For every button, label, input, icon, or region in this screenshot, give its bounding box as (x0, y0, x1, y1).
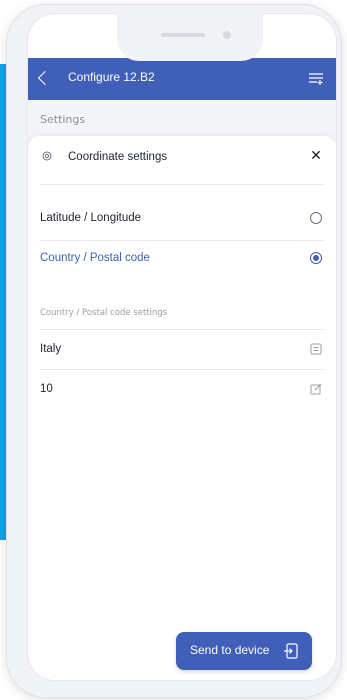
radio-checked[interactable] (310, 252, 322, 264)
front-camera (223, 31, 231, 39)
country-value: Italy (40, 343, 62, 355)
option-label: Country / Postal code (40, 252, 150, 264)
speaker-grille (161, 33, 205, 37)
panel-header: Coordinate settings ✕ (28, 136, 336, 180)
screenshot-stage: Configure 12.B2 Settings Coordinate sett… (0, 0, 347, 700)
option-country-postal-code[interactable]: Country / Postal code (28, 240, 336, 280)
postal-code-value: 10 (40, 383, 53, 395)
list-icon[interactable] (310, 343, 322, 355)
close-icon[interactable]: ✕ (308, 148, 324, 164)
app-header: Configure 12.B2 (28, 58, 336, 100)
coordinate-settings-panel: Coordinate settings ✕ Latitude / Longitu… (28, 136, 336, 680)
country-field[interactable]: Italy (28, 330, 336, 370)
filter-list-icon[interactable] (308, 72, 324, 86)
divider (40, 184, 324, 185)
settings-label: Settings (40, 113, 86, 126)
chevron-left-icon[interactable] (37, 70, 53, 86)
option-latitude-longitude[interactable]: Latitude / Longitude (28, 200, 336, 240)
phone-frame: Configure 12.B2 Settings Coordinate sett… (6, 4, 342, 698)
header-title: Configure 12.B2 (68, 70, 155, 84)
send-to-device-button[interactable]: Send to device (176, 632, 312, 670)
radio-unchecked[interactable] (310, 212, 322, 224)
location-pin-icon (42, 151, 52, 161)
phone-screen: Configure 12.B2 Settings Coordinate sett… (27, 13, 337, 681)
send-to-device-icon (284, 643, 298, 659)
postal-code-field[interactable]: 10 (28, 370, 336, 410)
edit-icon[interactable] (310, 383, 322, 395)
section-caption: Country / Postal code settings (40, 308, 168, 318)
send-button-label: Send to device (190, 643, 270, 657)
option-label: Latitude / Longitude (40, 212, 142, 224)
panel-title: Coordinate settings (68, 151, 168, 163)
phone-notch (117, 13, 263, 61)
